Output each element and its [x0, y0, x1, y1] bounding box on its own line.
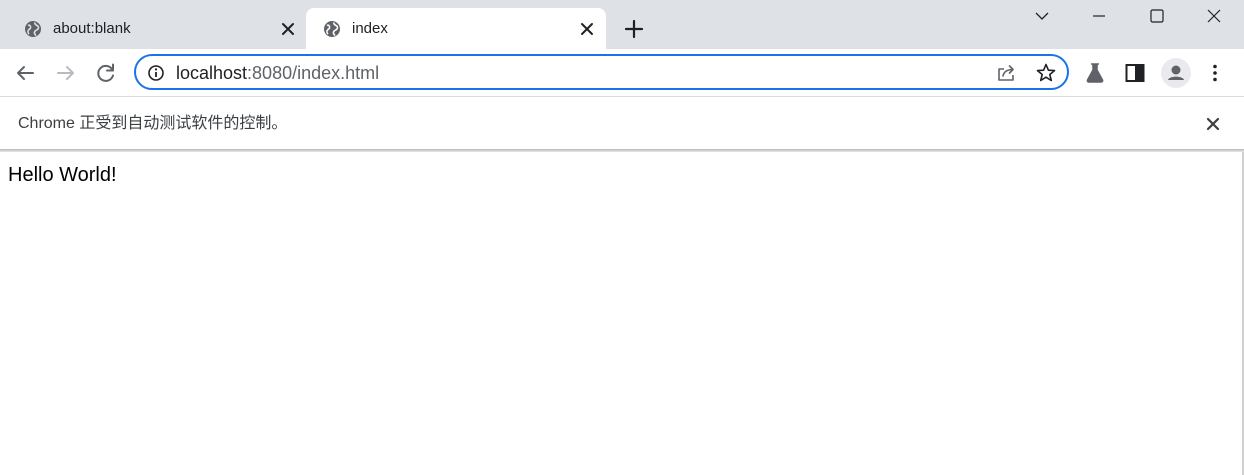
tab-about-blank[interactable]: about:blank [0, 8, 306, 49]
tab-search-chevron-icon[interactable] [1032, 6, 1052, 26]
url-text[interactable]: localhost:8080/index.html [176, 63, 379, 83]
address-bar[interactable]: localhost:8080/index.html [134, 54, 1069, 90]
menu-kebab-icon[interactable] [1203, 61, 1227, 85]
back-arrow-icon[interactable] [13, 61, 37, 85]
close-window-icon[interactable] [1204, 6, 1224, 26]
close-infobar-icon[interactable] [1204, 115, 1222, 133]
tab-index[interactable]: index [306, 8, 606, 49]
globe-icon [324, 21, 340, 37]
person-icon [1168, 65, 1184, 80]
browser-toolbar: localhost:8080/index.html [0, 49, 1244, 96]
share-icon[interactable] [996, 63, 1016, 83]
labs-flask-icon[interactable] [1083, 61, 1107, 85]
forward-arrow-icon[interactable] [54, 61, 78, 85]
new-tab-plus-icon[interactable] [623, 18, 645, 40]
tab-title: index [352, 20, 388, 37]
page-viewport: Hello World! [0, 152, 1244, 475]
side-panel-icon[interactable] [1123, 61, 1147, 85]
maximize-icon[interactable] [1147, 6, 1167, 26]
bookmark-star-icon[interactable] [1035, 62, 1057, 84]
globe-icon [25, 21, 41, 37]
automation-infobar: Chrome 正受到自动测试软件的控制。 [0, 96, 1244, 149]
url-host: localhost [176, 63, 248, 83]
page-text: Hello World! [8, 164, 117, 186]
infobar-message: Chrome 正受到自动测试软件的控制。 [18, 115, 288, 132]
tab-title: about:blank [53, 20, 131, 37]
reload-icon[interactable] [94, 61, 118, 85]
close-tab-icon[interactable] [280, 21, 296, 37]
close-tab-icon[interactable] [579, 21, 595, 37]
site-info-icon[interactable] [147, 64, 165, 82]
url-path: :8080/index.html [247, 63, 380, 83]
profile-avatar[interactable] [1161, 58, 1191, 88]
tab-strip: about:blank index [0, 0, 1244, 49]
minimize-icon[interactable] [1089, 6, 1109, 26]
